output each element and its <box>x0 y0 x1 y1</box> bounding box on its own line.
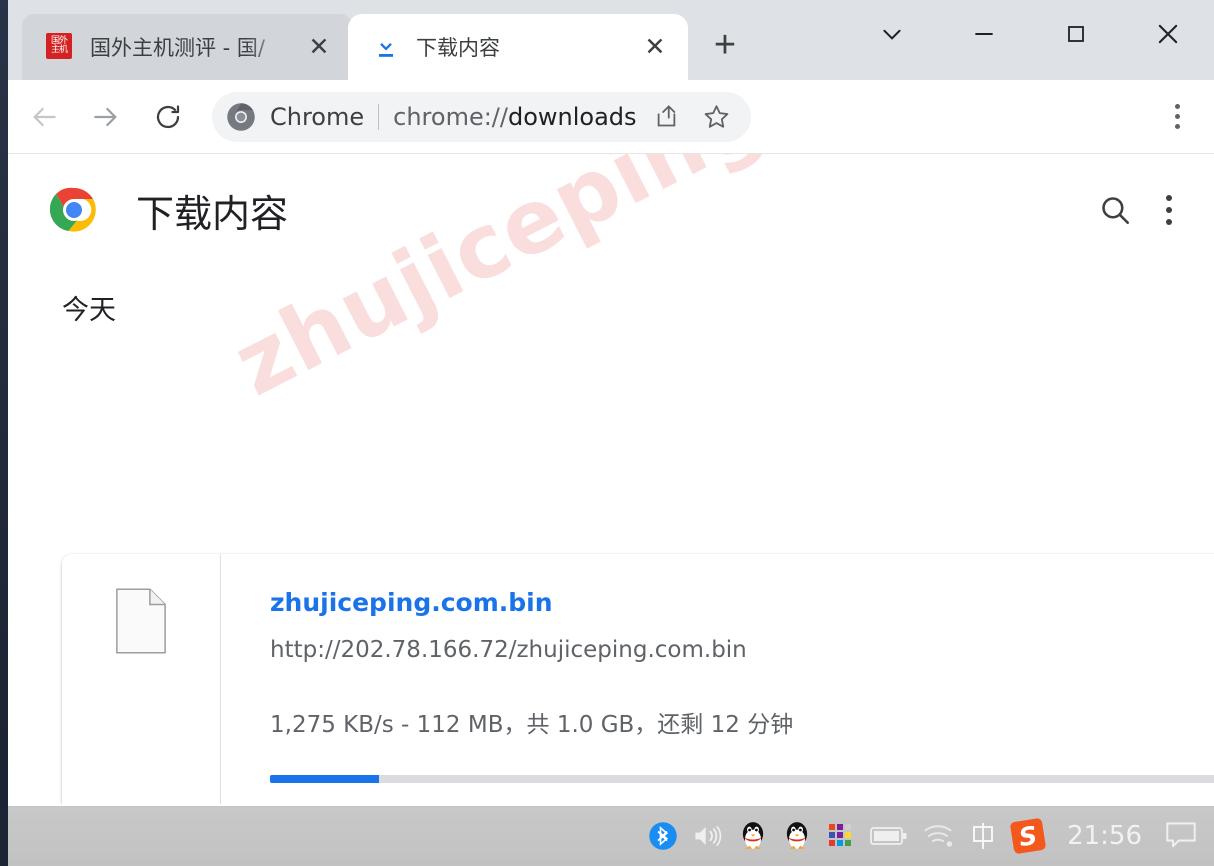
search-icon[interactable] <box>1098 193 1132 227</box>
download-icon <box>372 33 400 61</box>
download-progress-bar <box>270 775 1214 783</box>
tab-title: 下载内容 <box>416 36 500 60</box>
ime-chinese-icon <box>973 823 993 849</box>
maximize-icon[interactable] <box>1030 6 1122 62</box>
ime-indicator[interactable] <box>961 806 1005 866</box>
favicon-red-glyph: 国外 主机 <box>46 33 72 59</box>
tab-strip: 国外 主机 国外主机测评 - 国/ ✕ 下载内容 ✕ + <box>8 0 1214 80</box>
arrow-right-icon[interactable] <box>80 91 132 143</box>
new-tab-button[interactable]: + <box>702 22 748 68</box>
download-status-text: 1,275 KB/s - 112 MB，共 1.0 GB，还剩 12 分钟 <box>270 712 794 738</box>
chevron-down-icon[interactable] <box>846 6 938 62</box>
downloads-page-header: 下载内容 <box>8 154 1214 266</box>
page-title: 下载内容 <box>136 191 289 236</box>
window-controls <box>846 0 1214 80</box>
omnibox-separator <box>378 103 380 130</box>
color-grid-icon[interactable] <box>819 806 863 866</box>
three-dot-menu-icon[interactable] <box>1166 195 1172 225</box>
sogou-input-icon[interactable]: S <box>1005 806 1051 866</box>
download-item-details: zhujiceping.com.bin http://202.78.166.72… <box>221 554 1214 804</box>
speech-bubble-icon[interactable] <box>1158 806 1204 866</box>
omnibox-brand: Chrome <box>270 102 365 131</box>
page-header-actions <box>1098 193 1172 227</box>
taskbar-clock[interactable]: 21:56 <box>1051 821 1158 851</box>
omnibox[interactable]: Chrome chrome://downloads <box>212 91 751 142</box>
windows-taskbar: S 21:56 <box>8 806 1214 866</box>
browser-window: 国外 主机 国外主机测评 - 国/ ✕ 下载内容 ✕ + Chrome chro… <box>8 0 1214 806</box>
arrow-left-icon[interactable] <box>18 91 70 143</box>
wifi-icon[interactable] <box>915 806 961 866</box>
tab-close-icon[interactable]: ✕ <box>304 32 334 62</box>
bluetooth-icon[interactable] <box>641 806 685 866</box>
generic-file-icon <box>116 588 166 654</box>
browser-toolbar: Chrome chrome://downloads <box>8 80 1214 154</box>
omnibox-url-prefix: chrome:// <box>393 102 508 131</box>
chrome-logo <box>50 187 96 232</box>
minimize-icon[interactable] <box>938 6 1030 62</box>
tab-inactive-site[interactable]: 国外 主机 国外主机测评 - 国/ ✕ <box>22 14 352 80</box>
tab-title: 国外主机测评 - 国/ <box>90 36 266 60</box>
qq-icon-2[interactable] <box>775 806 819 866</box>
site-favicon-red: 国外 主机 <box>46 33 74 61</box>
close-icon[interactable] <box>1122 6 1214 62</box>
tab-close-icon[interactable]: ✕ <box>640 32 670 62</box>
star-icon[interactable] <box>697 97 737 137</box>
battery-icon[interactable] <box>863 806 915 866</box>
omnibox-url-path: downloads <box>507 102 637 131</box>
download-progress-fill <box>270 775 380 783</box>
download-file-icon-column <box>62 554 221 804</box>
share-icon[interactable] <box>647 97 687 137</box>
omnibox-url: chrome://downloads <box>393 103 636 131</box>
volume-icon[interactable] <box>685 806 731 866</box>
three-dot-menu-icon[interactable] <box>1150 90 1204 144</box>
reload-icon[interactable] <box>142 91 194 143</box>
download-source-url: http://202.78.166.72/zhujiceping.com.bin <box>270 637 747 663</box>
sogou-logo: S <box>1009 817 1047 855</box>
chrome-logo-small <box>227 102 255 131</box>
download-filename-link[interactable]: zhujiceping.com.bin <box>270 588 553 617</box>
tab-active-downloads[interactable]: 下载内容 ✕ <box>348 14 688 80</box>
qq-icon-1[interactable] <box>731 806 775 866</box>
downloads-page: zhujiceping.com 下载内容 今天 zhujiceping.com.… <box>8 154 1214 804</box>
download-item-card: zhujiceping.com.bin http://202.78.166.72… <box>62 554 1214 804</box>
download-day-group-label: 今天 <box>62 295 116 326</box>
